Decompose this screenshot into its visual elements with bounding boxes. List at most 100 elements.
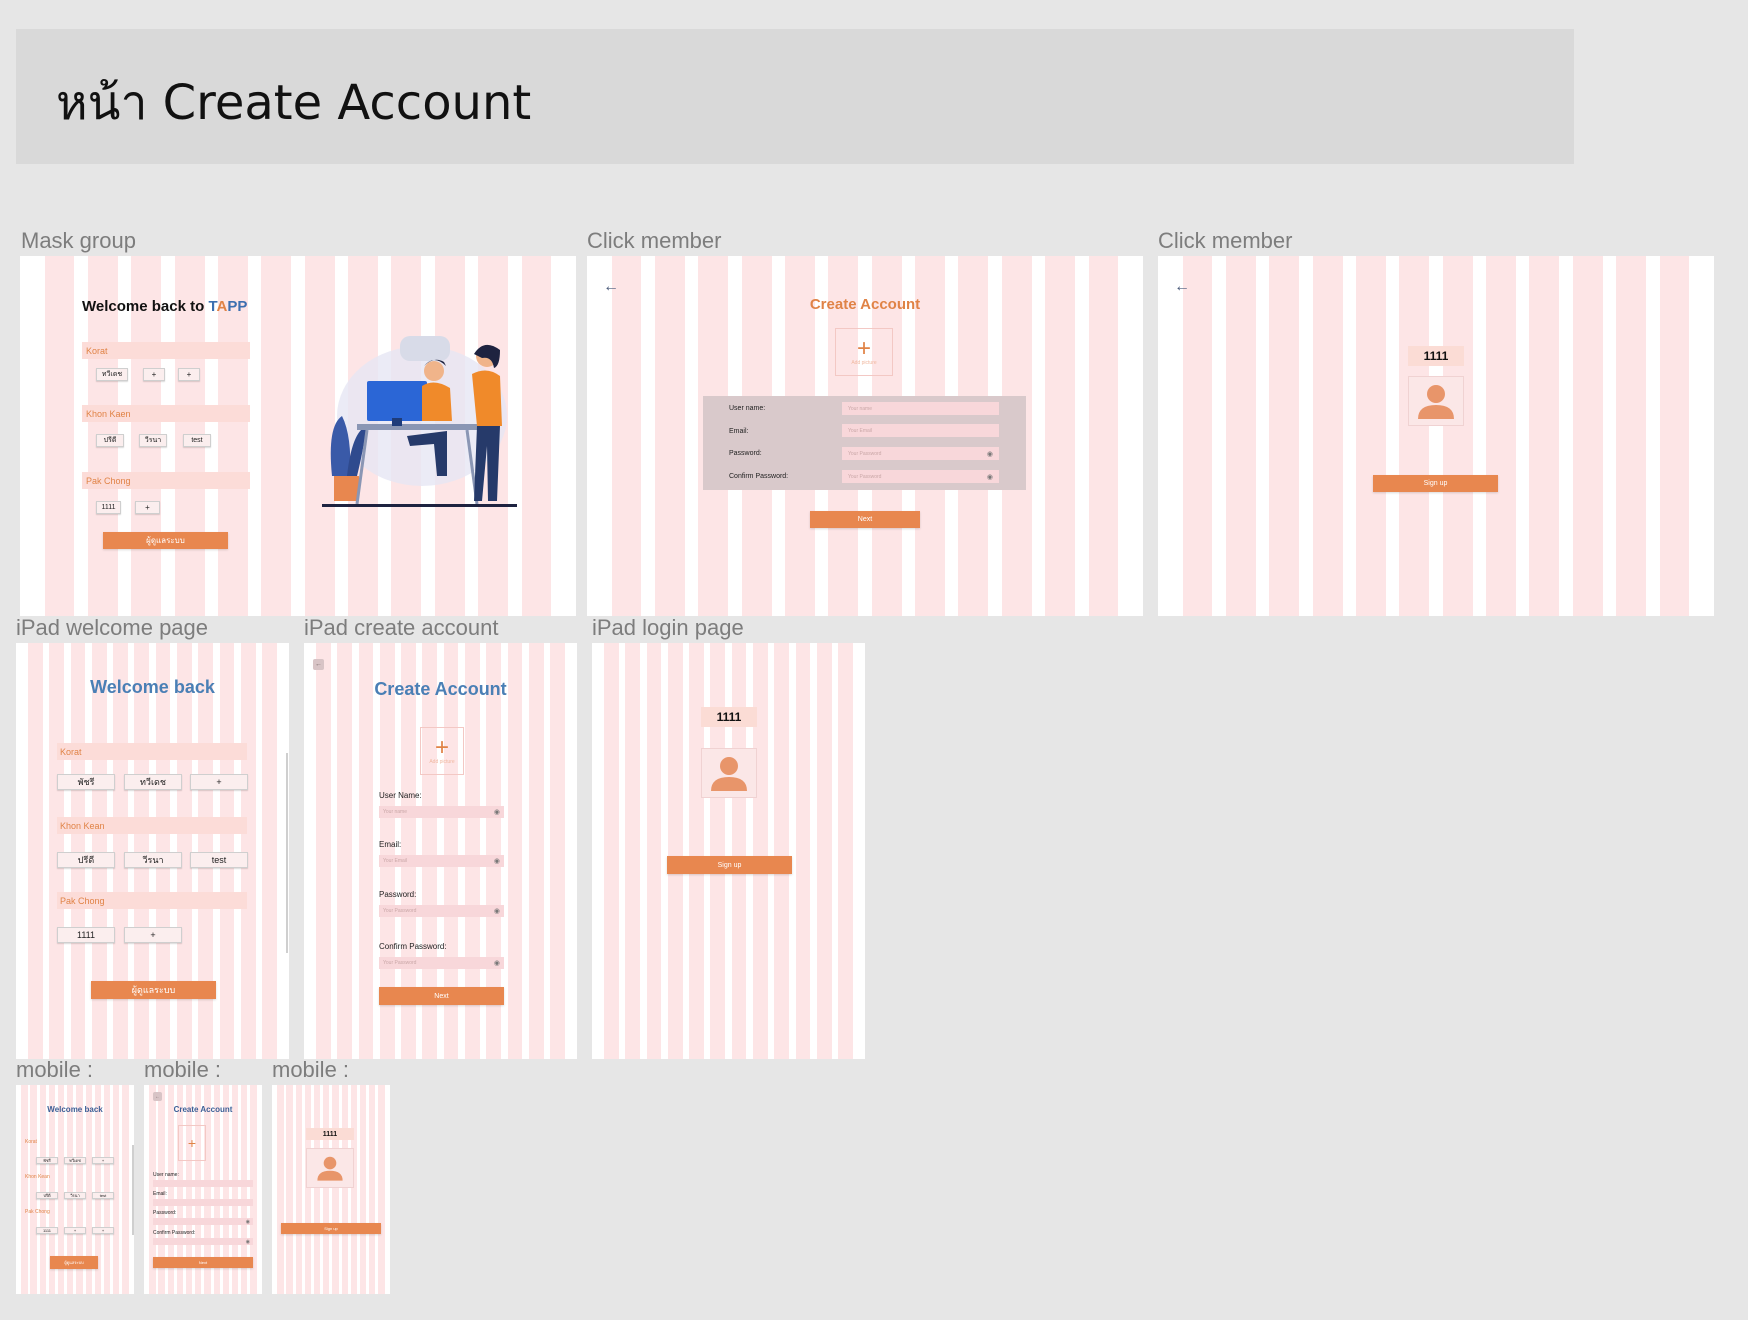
eye-icon[interactable]: ◉ [246,1219,250,1225]
member-chip[interactable]: 1111 [57,927,115,943]
password-input[interactable]: ◉ [153,1218,253,1225]
eye-icon[interactable]: ◉ [246,1239,250,1245]
back-arrow-icon[interactable]: ← [1174,278,1190,296]
signup-button[interactable]: Sign up [1373,475,1498,492]
eye-icon[interactable]: ◉ [494,808,500,816]
eye-icon[interactable]: ◉ [494,959,500,967]
frame-mobile-create: ← Create Account + User name: Email: Pas… [144,1085,262,1294]
grid-column [49,643,65,1059]
add-member-button[interactable]: + [190,774,248,790]
add-member-button[interactable]: + [135,501,160,514]
add-picture-label: Add picture [851,360,877,366]
grid-column [286,1085,293,1294]
member-chip[interactable]: พัชรี [36,1157,58,1164]
member-chip[interactable]: ทวีเดช [124,774,182,790]
section-pak-chong: Pak Chong [57,892,247,909]
scrollbar[interactable] [132,1145,134,1235]
next-button[interactable]: Next [379,987,504,1005]
password-input[interactable]: Your Password ◉ [379,905,504,917]
password-input[interactable]: Your Password ◉ [842,447,999,460]
next-button[interactable]: Next [153,1257,253,1268]
avatar[interactable] [1408,376,1464,426]
member-chip[interactable]: test [190,852,248,868]
grid-column [507,643,523,1059]
member-chip[interactable]: ปรีดี [36,1192,58,1199]
email-label: Email: [153,1191,167,1197]
grid-column [1312,256,1343,616]
add-member-button[interactable]: + [178,368,200,381]
user-icon [711,757,747,791]
scrollbar[interactable] [286,753,288,953]
member-chip[interactable]: 1111 [96,501,121,514]
member-chip[interactable]: พัชรี [57,774,115,790]
grid-column [1659,256,1690,616]
email-input[interactable]: Your Email ◉ [379,855,504,867]
avatar[interactable] [306,1148,354,1188]
member-chip[interactable]: ปรีดี [57,852,115,868]
add-picture-button[interactable]: + Add picture [835,328,893,376]
create-account-title: Create Account [809,296,921,313]
frame-desktop-welcome: Welcome back to TAPP Korat ทวีเดช + + Kh… [20,256,576,616]
confirm-password-input[interactable]: Your Password ◉ [379,957,504,969]
confirm-password-label: Confirm Password: [153,1230,196,1236]
frame-ipad-create: ← Create Account + Add picture User Name… [304,643,577,1059]
eye-icon[interactable]: ◉ [987,473,993,481]
email-input[interactable]: Your Email [842,424,999,437]
frame-mobile-login: 1111 Sign up [272,1085,390,1294]
confirm-password-input[interactable]: Your Password ◉ [842,470,999,483]
layout-grid [592,643,865,1059]
confirm-password-label: Confirm Password: [379,942,447,951]
confirm-password-input[interactable]: ◉ [153,1238,253,1245]
add-member-button[interactable]: + [92,1227,114,1234]
username-input[interactable]: Your name ◉ [379,806,504,818]
back-arrow-icon[interactable]: ← [313,659,324,670]
grid-column [323,1085,330,1294]
member-chip[interactable]: ทวีเดช [64,1157,86,1164]
eye-icon[interactable]: ◉ [494,907,500,915]
member-chip[interactable]: test [92,1192,114,1199]
grid-column [304,1085,312,1294]
admin-button[interactable]: ผู้ดูแลระบบ [103,532,228,549]
grid-column [316,643,331,1059]
grid-column [21,1085,28,1294]
member-chip[interactable]: วีรนา [139,434,167,447]
add-member-button[interactable]: + [64,1227,86,1234]
add-member-button[interactable]: + [143,368,165,381]
member-chip[interactable]: test [183,434,211,447]
frame-ipad-welcome: Welcome back Korat พัชรี ทวีเดช + Khon K… [16,643,289,1059]
user-id-label: 1111 [306,1128,354,1140]
admin-button[interactable]: ผู้ดูแลระบบ [91,981,216,999]
member-chip[interactable]: วีรนา [64,1192,86,1199]
eye-icon[interactable]: ◉ [494,857,500,865]
avatar[interactable] [701,748,757,798]
add-picture-button[interactable]: + Add picture [420,727,464,775]
frame-ipad-login: 1111 Sign up [592,643,865,1059]
page-title: หน้า Create Account [56,75,532,131]
add-picture-button[interactable]: + [178,1125,206,1161]
signup-button[interactable]: Sign up [281,1223,381,1234]
add-picture-label: Add picture [429,759,455,765]
member-chip[interactable]: วีรนา [124,852,182,868]
add-member-button[interactable]: + [92,1157,114,1164]
admin-button[interactable]: ผู้ดูแลระบบ [50,1256,98,1269]
signup-button[interactable]: Sign up [667,856,792,874]
grid-column [337,643,353,1059]
grid-column [1616,256,1647,616]
grid-column [1572,256,1603,616]
add-member-button[interactable]: + [124,927,182,943]
grid-column [1399,256,1430,616]
username-input[interactable] [153,1180,253,1187]
email-input[interactable] [153,1199,253,1206]
back-arrow-icon[interactable]: ← [603,278,619,296]
next-button[interactable]: Next [810,511,920,528]
username-label: User name: [729,405,766,412]
eye-icon[interactable]: ◉ [987,450,993,458]
grid-column [122,1085,129,1294]
password-label: Password: [153,1210,177,1216]
username-input[interactable]: Your name [842,402,999,415]
member-chip[interactable]: ปรีดี [96,434,124,447]
member-chip[interactable]: ทวีเดช [96,368,128,381]
member-chip[interactable]: 1111 [36,1227,58,1234]
grid-column [262,643,277,1059]
back-arrow-icon[interactable]: ← [153,1092,162,1101]
